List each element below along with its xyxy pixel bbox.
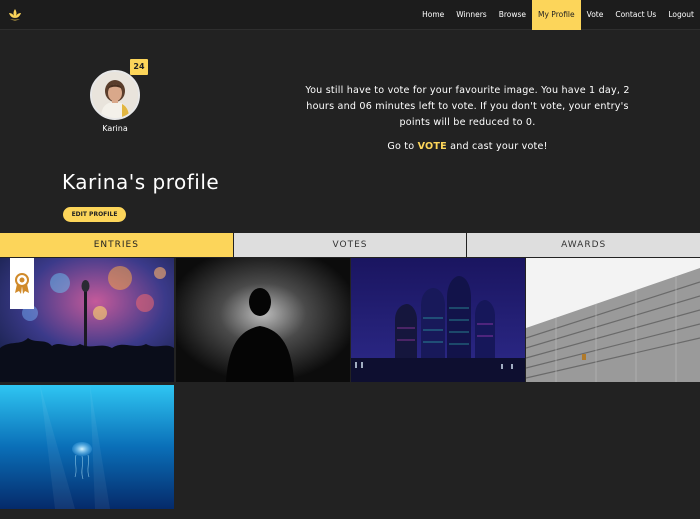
gallery-tile-facade[interactable] xyxy=(526,258,700,382)
nav-winners[interactable]: Winners xyxy=(450,0,492,30)
points-badge: 24 xyxy=(130,59,148,75)
vote-link[interactable]: VOTE xyxy=(418,141,447,152)
avatar-name: Karina xyxy=(102,124,128,133)
vote-cta-prefix: Go to xyxy=(387,141,418,152)
tab-entries[interactable]: ENTRIES xyxy=(0,233,233,257)
avatar-photo xyxy=(92,72,138,118)
edit-profile-button[interactable]: EDIT PROFILE xyxy=(63,207,126,222)
main-nav: Home Winners Browse My Profile Vote Cont… xyxy=(416,0,700,30)
facade-photo xyxy=(526,258,700,382)
award-ribbon xyxy=(10,258,34,309)
nav-my-profile[interactable]: My Profile xyxy=(532,0,581,30)
gallery-tile-jellyfish[interactable] xyxy=(0,385,174,509)
silhouette-photo xyxy=(176,258,350,382)
tab-awards[interactable]: AWARDS xyxy=(466,233,700,257)
lotus-logo-icon[interactable] xyxy=(7,7,23,23)
gallery-tile-concert[interactable] xyxy=(0,258,174,382)
page-title: Karina's profile xyxy=(62,170,220,194)
top-navbar: Home Winners Browse My Profile Vote Cont… xyxy=(0,0,700,30)
gallery-tile-silhouette[interactable] xyxy=(176,258,350,382)
vote-reminder-text: You still have to vote for your favourit… xyxy=(305,85,630,128)
avatar-container xyxy=(90,70,140,120)
gallery-tile-skyscrapers[interactable] xyxy=(351,258,525,382)
vote-cta: Go to VOTE and cast your vote! xyxy=(300,141,635,152)
tab-votes[interactable]: VOTES xyxy=(232,233,467,257)
nav-home[interactable]: Home xyxy=(416,0,450,30)
skyscrapers-photo xyxy=(351,258,525,382)
vote-cta-suffix: and cast your vote! xyxy=(446,141,548,152)
jellyfish-photo xyxy=(0,385,174,509)
nav-browse[interactable]: Browse xyxy=(493,0,532,30)
avatar[interactable] xyxy=(90,70,140,120)
profile-tabs: ENTRIES VOTES AWARDS xyxy=(0,233,700,257)
nav-vote[interactable]: Vote xyxy=(581,0,610,30)
nav-logout[interactable]: Logout xyxy=(662,0,700,30)
nav-contact-us[interactable]: Contact Us xyxy=(609,0,662,30)
award-icon xyxy=(15,272,29,294)
